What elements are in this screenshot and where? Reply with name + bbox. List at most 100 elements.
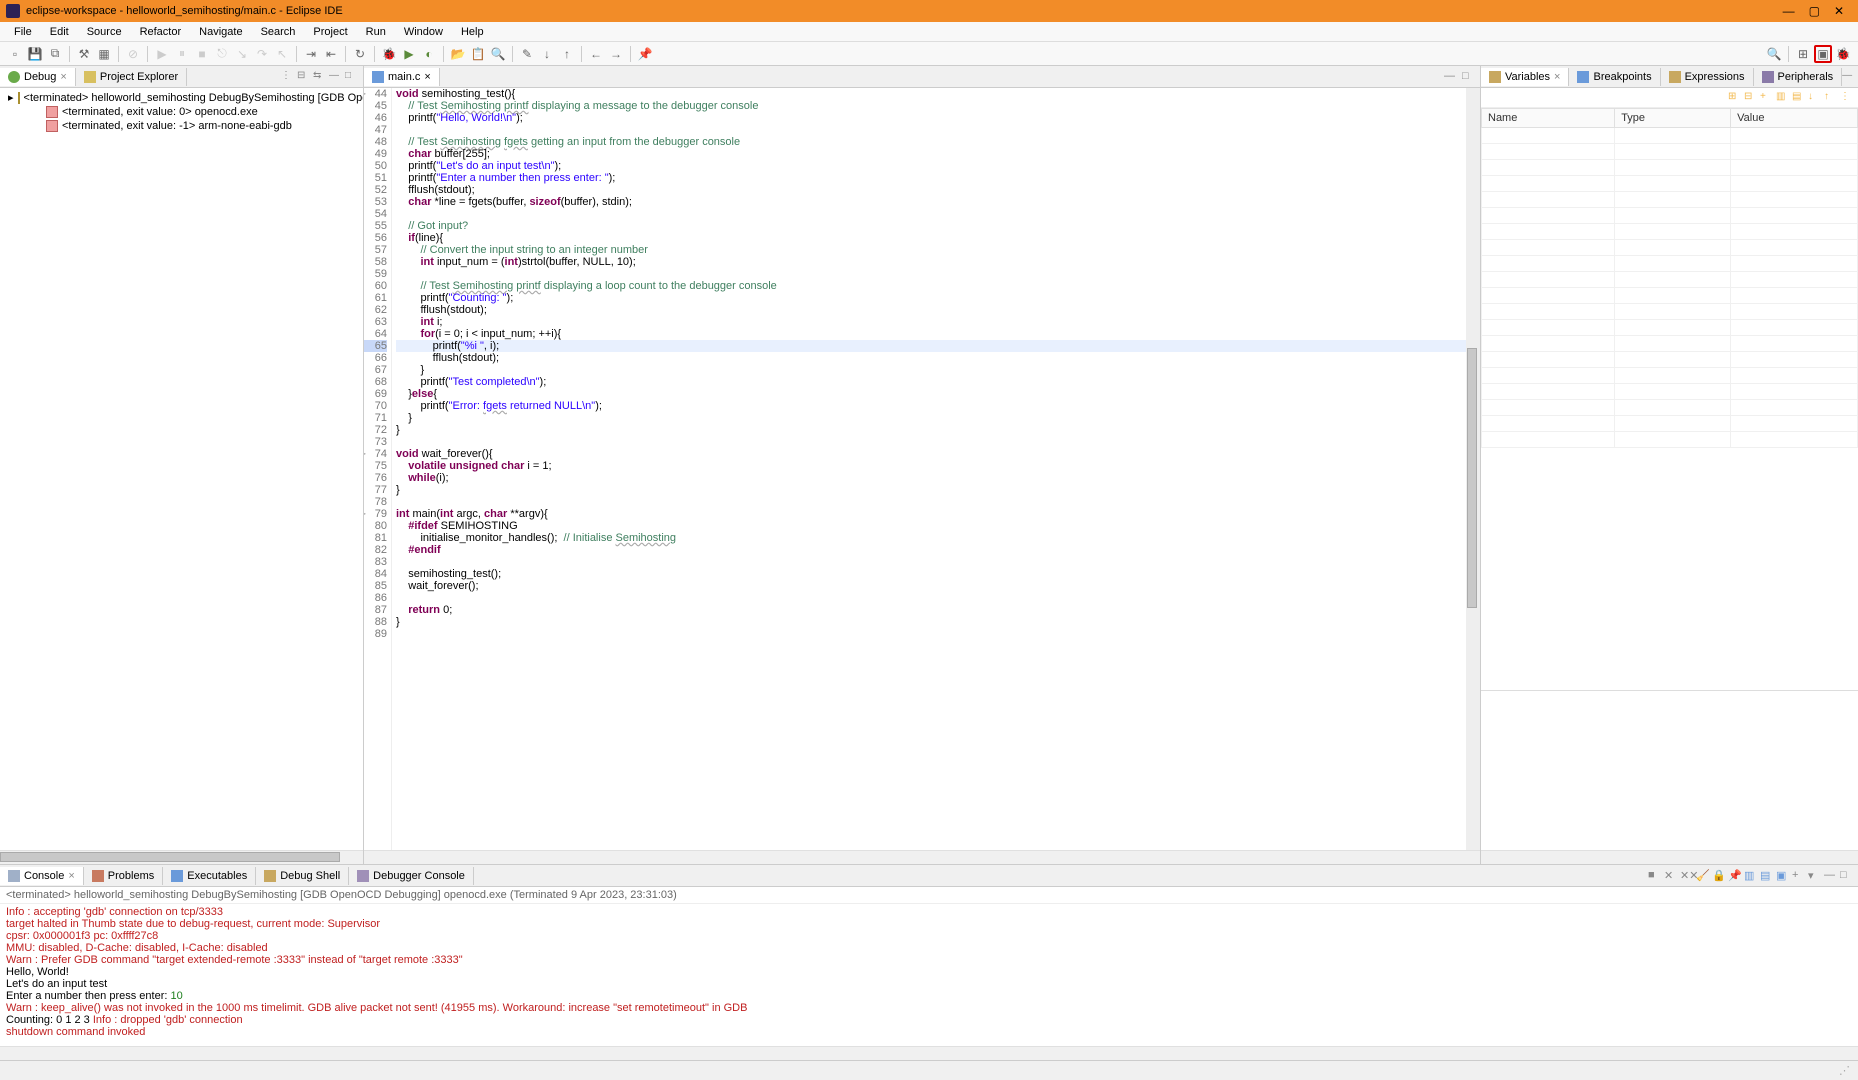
view-menu-icon[interactable]: ⋮ — [281, 70, 295, 84]
table-row[interactable] — [1482, 256, 1858, 272]
restart-icon[interactable]: ↻ — [351, 45, 369, 63]
tab-expressions[interactable]: Expressions — [1661, 68, 1754, 86]
close-icon[interactable]: × — [1554, 71, 1560, 83]
menu-help[interactable]: Help — [453, 24, 492, 40]
search-icon[interactable]: 🔍 — [489, 45, 507, 63]
step-return-icon[interactable]: ↖ — [273, 45, 291, 63]
maximize-view-icon[interactable]: □ — [1462, 70, 1476, 84]
table-row[interactable] — [1482, 144, 1858, 160]
code-area[interactable]: void semihosting_test(){ // Test Semihos… — [392, 88, 1466, 850]
columns-icon[interactable]: ▤ — [1792, 91, 1806, 105]
drop-to-frame-icon[interactable]: ⇤ — [322, 45, 340, 63]
line-number-gutter[interactable]: 4445464748495051525354555657585960616263… — [364, 88, 392, 850]
tab-peripherals[interactable]: Peripherals — [1754, 68, 1843, 86]
menu-run[interactable]: Run — [358, 24, 394, 40]
table-row[interactable] — [1482, 192, 1858, 208]
column-type[interactable]: Type — [1615, 109, 1731, 128]
link-editor-icon[interactable]: ⇆ — [313, 70, 327, 84]
menu-refactor[interactable]: Refactor — [132, 24, 190, 40]
show-console-icon[interactable]: ▾ — [1808, 869, 1822, 883]
prev-annotation-icon[interactable]: ↑ — [558, 45, 576, 63]
resize-grip-icon[interactable]: ⋰ — [1839, 1064, 1850, 1077]
column-value[interactable]: Value — [1731, 109, 1858, 128]
remove-launch-icon[interactable]: ✕ — [1664, 869, 1678, 883]
tab-debug[interactable]: Debug × — [0, 68, 76, 86]
menu-edit[interactable]: Edit — [42, 24, 77, 40]
build-icon[interactable]: ⚒ — [75, 45, 93, 63]
tab-main-c[interactable]: main.c × — [364, 68, 440, 86]
debug-dropdown-icon[interactable]: 🐞 — [380, 45, 398, 63]
terminate-icon[interactable]: ■ — [1648, 869, 1662, 883]
collapse-all-icon[interactable]: ⊟ — [1744, 91, 1758, 105]
pin-console-icon[interactable]: 📌 — [1728, 869, 1742, 883]
suspend-icon[interactable]: ⏸ — [173, 45, 191, 63]
maximize-view-icon[interactable]: □ — [345, 70, 359, 84]
pin-icon[interactable]: 📌 — [636, 45, 654, 63]
minimize-button[interactable]: — — [1783, 4, 1795, 18]
console-output[interactable]: Info : accepting 'gdb' connection on tcp… — [0, 904, 1858, 1046]
view-menu-icon[interactable]: ⋮ — [1840, 91, 1854, 105]
maximize-view-icon[interactable]: □ — [1840, 869, 1854, 883]
table-row[interactable] — [1482, 304, 1858, 320]
resume-icon[interactable]: ▶ — [153, 45, 171, 63]
column-name[interactable]: Name — [1482, 109, 1615, 128]
tree-node[interactable]: ▸<terminated> helloworld_semihosting Deb… — [4, 90, 359, 105]
remove-all-icon[interactable]: ✕✕ — [1680, 869, 1694, 883]
toggle-mark-icon[interactable]: ✎ — [518, 45, 536, 63]
menu-window[interactable]: Window — [396, 24, 451, 40]
table-row[interactable] — [1482, 160, 1858, 176]
step-over-icon[interactable]: ↷ — [253, 45, 271, 63]
collapse-all-icon[interactable]: ⊟ — [297, 70, 311, 84]
show-type-names-icon[interactable]: ⊞ — [1728, 91, 1742, 105]
disconnect-icon[interactable]: ⎋ — [213, 45, 231, 63]
debug-tree[interactable]: ▸<terminated> helloworld_semihosting Deb… — [0, 88, 363, 850]
run-dropdown-icon[interactable]: ▶ — [400, 45, 418, 63]
scroll-lock-icon[interactable]: 🔒 — [1712, 869, 1726, 883]
minimize-view-icon[interactable]: — — [1444, 70, 1458, 84]
table-row[interactable] — [1482, 128, 1858, 144]
close-button[interactable]: ✕ — [1834, 4, 1844, 18]
table-row[interactable] — [1482, 336, 1858, 352]
export-icon[interactable]: ↑ — [1824, 91, 1838, 105]
debug-perspective-icon[interactable]: 🐞 — [1834, 45, 1852, 63]
save-icon[interactable]: 💾 — [26, 45, 44, 63]
table-row[interactable] — [1482, 176, 1858, 192]
table-row[interactable] — [1482, 208, 1858, 224]
table-row[interactable] — [1482, 368, 1858, 384]
tab-console[interactable]: Console× — [0, 867, 84, 885]
table-row[interactable] — [1482, 288, 1858, 304]
horizontal-scrollbar[interactable] — [0, 850, 363, 864]
profile-dropdown-icon[interactable]: ◐ — [420, 45, 438, 63]
step-into-icon[interactable]: ↘ — [233, 45, 251, 63]
display-console-icon[interactable]: ▤ — [1760, 869, 1774, 883]
open-type-icon[interactable]: 📂 — [449, 45, 467, 63]
menu-search[interactable]: Search — [253, 24, 304, 40]
skip-breakpoints-icon[interactable]: ⊘ — [124, 45, 142, 63]
table-row[interactable] — [1482, 432, 1858, 448]
menu-source[interactable]: Source — [79, 24, 130, 40]
display-console-icon[interactable]: ▥ — [1744, 869, 1758, 883]
new-console-icon[interactable]: + — [1792, 869, 1806, 883]
table-row[interactable] — [1482, 240, 1858, 256]
tab-breakpoints[interactable]: Breakpoints — [1569, 68, 1660, 86]
table-row[interactable] — [1482, 400, 1858, 416]
cdc-perspective-icon[interactable]: ▣ — [1814, 45, 1832, 63]
add-icon[interactable]: + — [1760, 91, 1774, 105]
tab-executables[interactable]: Executables — [163, 867, 256, 885]
table-row[interactable] — [1482, 320, 1858, 336]
menu-file[interactable]: File — [6, 24, 40, 40]
tab-debugger-console[interactable]: Debugger Console — [349, 867, 474, 885]
maximize-button[interactable]: ▢ — [1809, 4, 1820, 18]
close-icon[interactable]: × — [60, 71, 66, 83]
new-icon[interactable]: ▫ — [6, 45, 24, 63]
editor-body[interactable]: 4445464748495051525354555657585960616263… — [364, 88, 1480, 850]
horizontal-scrollbar[interactable] — [364, 850, 1480, 864]
horizontal-scrollbar[interactable] — [0, 1046, 1858, 1060]
table-row[interactable] — [1482, 384, 1858, 400]
minimize-view-icon[interactable]: — — [1824, 869, 1838, 883]
instruction-step-icon[interactable]: ⇥ — [302, 45, 320, 63]
next-annotation-icon[interactable]: ↓ — [538, 45, 556, 63]
open-task-icon[interactable]: 📋 — [469, 45, 487, 63]
build-all-icon[interactable]: ▦ — [95, 45, 113, 63]
columns-icon[interactable]: ▥ — [1776, 91, 1790, 105]
